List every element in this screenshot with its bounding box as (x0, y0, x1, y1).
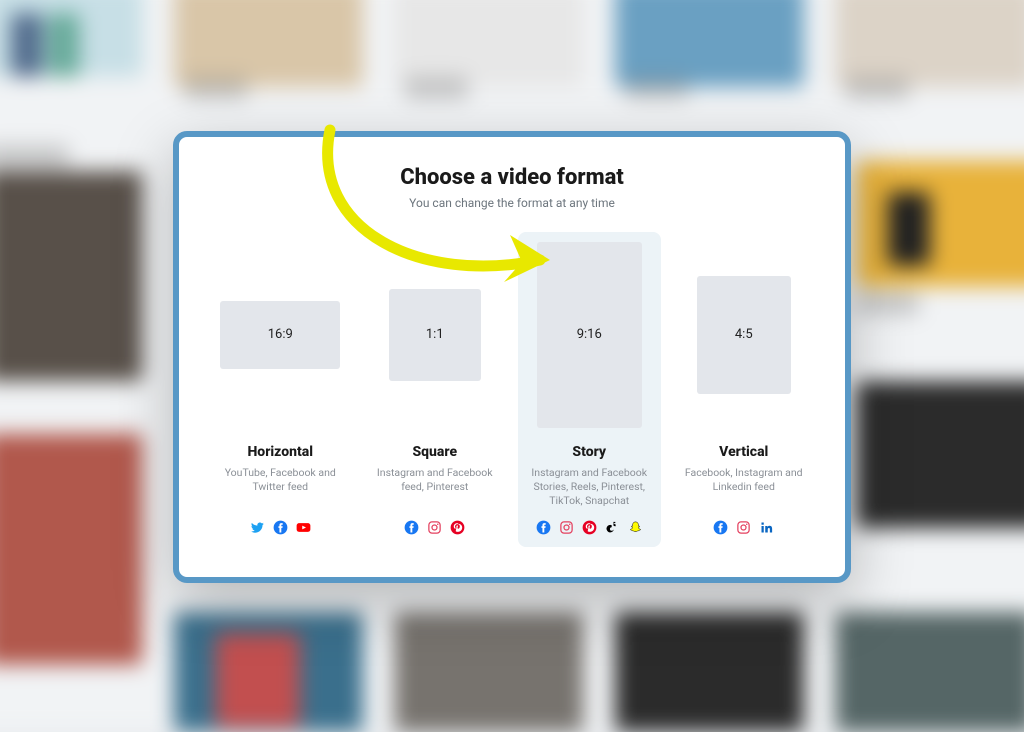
instagram-icon (427, 520, 442, 535)
aspect-ratio-label: 16:9 (268, 327, 293, 342)
option-icons (679, 520, 810, 535)
modal-subtitle: You can change the format at any time (209, 196, 815, 210)
format-option-horizontal[interactable]: 16:9 Horizontal YouTube, Facebook and Tw… (209, 232, 352, 548)
option-desc: Instagram and Facebook feed, Pinterest (370, 466, 501, 508)
format-option-square[interactable]: 1:1 Square Instagram and Facebook feed, … (364, 232, 507, 548)
linkedin-icon (759, 520, 774, 535)
option-icons (524, 520, 655, 535)
aspect-ratio-label: 4:5 (735, 327, 753, 342)
modal-title: Choose a video format (209, 165, 815, 190)
facebook-icon (713, 520, 728, 535)
twitter-icon (250, 520, 265, 535)
format-option-story[interactable]: 9:16 Story Instagram and Facebook Storie… (518, 232, 661, 548)
aspect-preview-1-1: 1:1 (389, 289, 481, 381)
option-title: Square (370, 444, 501, 460)
aspect-preview-9-16: 9:16 (537, 242, 642, 428)
aspect-ratio-label: 1:1 (426, 327, 444, 342)
option-title: Story (524, 444, 655, 460)
choose-format-modal: Choose a video format You can change the… (173, 131, 851, 584)
youtube-icon (296, 520, 311, 535)
option-desc: Instagram and Facebook Stories, Reels, P… (524, 466, 655, 509)
facebook-icon (273, 520, 288, 535)
instagram-icon (559, 520, 574, 535)
pinterest-icon (582, 520, 597, 535)
facebook-icon (404, 520, 419, 535)
modal-overlay: Choose a video format You can change the… (0, 0, 1024, 714)
instagram-icon (736, 520, 751, 535)
tiktok-icon (605, 520, 620, 535)
format-option-vertical[interactable]: 4:5 Vertical Facebook, Instagram and Lin… (673, 232, 816, 548)
aspect-ratio-label: 9:16 (577, 327, 602, 342)
option-icons (215, 520, 346, 535)
facebook-icon (536, 520, 551, 535)
pinterest-icon (450, 520, 465, 535)
option-title: Horizontal (215, 444, 346, 460)
aspect-preview-16-9: 16:9 (220, 301, 340, 369)
option-icons (370, 520, 501, 535)
option-desc: YouTube, Facebook and Twitter feed (215, 466, 346, 508)
option-desc: Facebook, Instagram and Linkedin feed (679, 466, 810, 508)
format-options: 16:9 Horizontal YouTube, Facebook and Tw… (209, 232, 815, 548)
aspect-preview-4-5: 4:5 (697, 276, 791, 394)
snapchat-icon (628, 520, 643, 535)
option-title: Vertical (679, 444, 810, 460)
